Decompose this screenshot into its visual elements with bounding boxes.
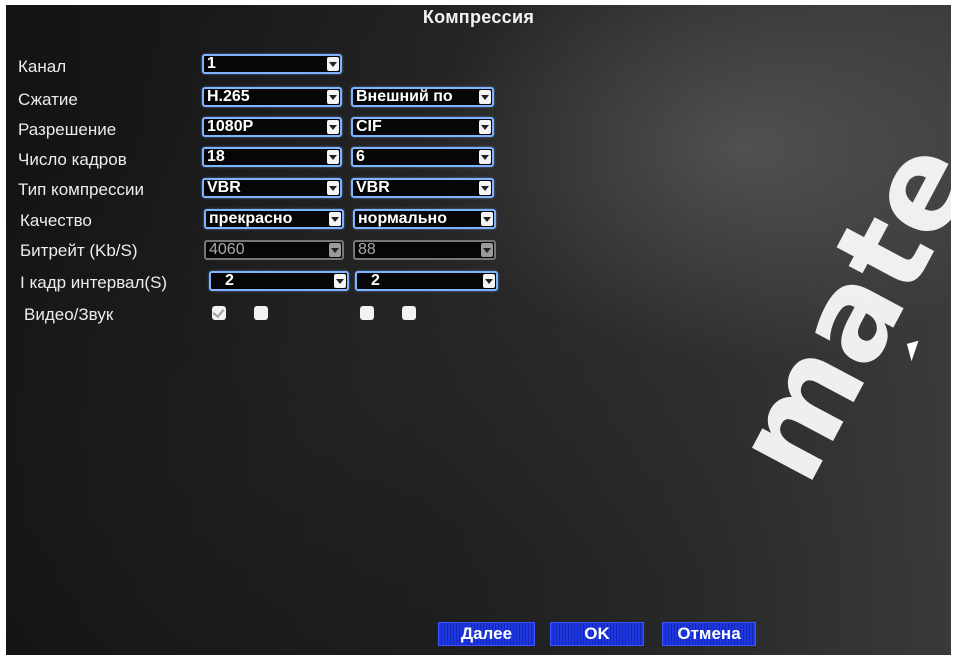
chevron-down-icon <box>334 274 346 288</box>
extra-audio-checkbox[interactable] <box>402 306 416 320</box>
main-compression-select[interactable]: H.265 <box>202 87 342 107</box>
chevron-down-icon <box>479 181 491 195</box>
chevron-down-icon <box>327 90 339 104</box>
extra-quality-value: нормально <box>358 210 447 227</box>
main-bitrate-type-select[interactable]: VBR <box>202 178 342 198</box>
label-frame-rate: Число кадров <box>18 150 127 169</box>
extra-frame-rate-value: 6 <box>356 148 365 165</box>
label-compression: Сжатие <box>18 90 78 109</box>
extra-stream-select[interactable]: Внешний по <box>351 87 494 107</box>
label-resolution: Разрешение <box>18 120 117 139</box>
label-bitrate-type: Тип компрессии <box>18 180 144 199</box>
main-video-checkbox[interactable] <box>212 306 226 320</box>
main-resolution-value: 1080P <box>207 118 254 135</box>
main-quality-select[interactable]: прекрасно <box>204 209 344 229</box>
label-channel: Канал <box>18 57 67 76</box>
chevron-down-icon <box>483 274 495 288</box>
main-resolution-select[interactable]: 1080P <box>202 117 342 137</box>
extra-frame-rate-select[interactable]: 6 <box>351 147 494 167</box>
main-frame-rate-select[interactable]: 18 <box>202 147 342 167</box>
main-frame-rate-value: 18 <box>207 148 225 165</box>
extra-bitrate-value: 88 <box>358 241 376 258</box>
chevron-down-icon <box>327 120 339 134</box>
main-bitrate-type-value: VBR <box>207 179 241 196</box>
label-quality: Качество <box>20 211 92 230</box>
label-bitrate: Битрейт (Kb/S) <box>20 241 138 260</box>
chevron-down-icon <box>479 120 491 134</box>
extra-bitrate-type-value: VBR <box>356 179 390 196</box>
chevron-down-icon <box>481 212 493 226</box>
extra-iframe-interval-select[interactable]: 2 <box>355 271 498 291</box>
chevron-down-icon <box>329 212 341 226</box>
main-iframe-interval-select[interactable]: 2 <box>209 271 349 291</box>
window-title: Компрессия <box>422 7 535 27</box>
main-quality-value: прекрасно <box>209 210 293 227</box>
channel-value: 1 <box>207 55 216 72</box>
extra-iframe-interval-value: 2 <box>371 272 380 289</box>
main-iframe-interval-value: 2 <box>225 272 234 289</box>
extra-bitrate-select: 88 <box>353 240 496 260</box>
chevron-down-icon <box>327 181 339 195</box>
extra-stream-value: Внешний по <box>356 88 453 105</box>
chevron-down-icon <box>479 90 491 104</box>
extra-video-checkbox[interactable] <box>360 306 374 320</box>
extra-resolution-select[interactable]: CIF <box>351 117 494 137</box>
chevron-down-icon <box>479 150 491 164</box>
extra-bitrate-type-select[interactable]: VBR <box>351 178 494 198</box>
watermark: mate <box>706 117 951 504</box>
extra-quality-select[interactable]: нормально <box>353 209 496 229</box>
chevron-down-icon <box>329 243 341 257</box>
cancel-button[interactable]: Отмена <box>662 622 756 646</box>
chevron-down-icon <box>481 243 493 257</box>
next-button[interactable]: Далее <box>438 622 535 646</box>
ok-button[interactable]: OK <box>550 622 644 646</box>
main-bitrate-value: 4060 <box>209 241 245 258</box>
main-bitrate-select: 4060 <box>204 240 344 260</box>
label-video-audio: Видео/Звук <box>24 305 114 324</box>
extra-resolution-value: CIF <box>356 118 382 135</box>
chevron-down-icon <box>327 150 339 164</box>
channel-select[interactable]: 1 <box>202 54 342 74</box>
chevron-down-icon <box>327 57 339 71</box>
main-compression-value: H.265 <box>207 88 250 105</box>
label-iframe-interval: I кадр интервал(S) <box>20 273 168 292</box>
main-audio-checkbox[interactable] <box>254 306 268 320</box>
dvr-screen: Компрессия Канал Сжатие Разрешение Число… <box>6 5 951 655</box>
